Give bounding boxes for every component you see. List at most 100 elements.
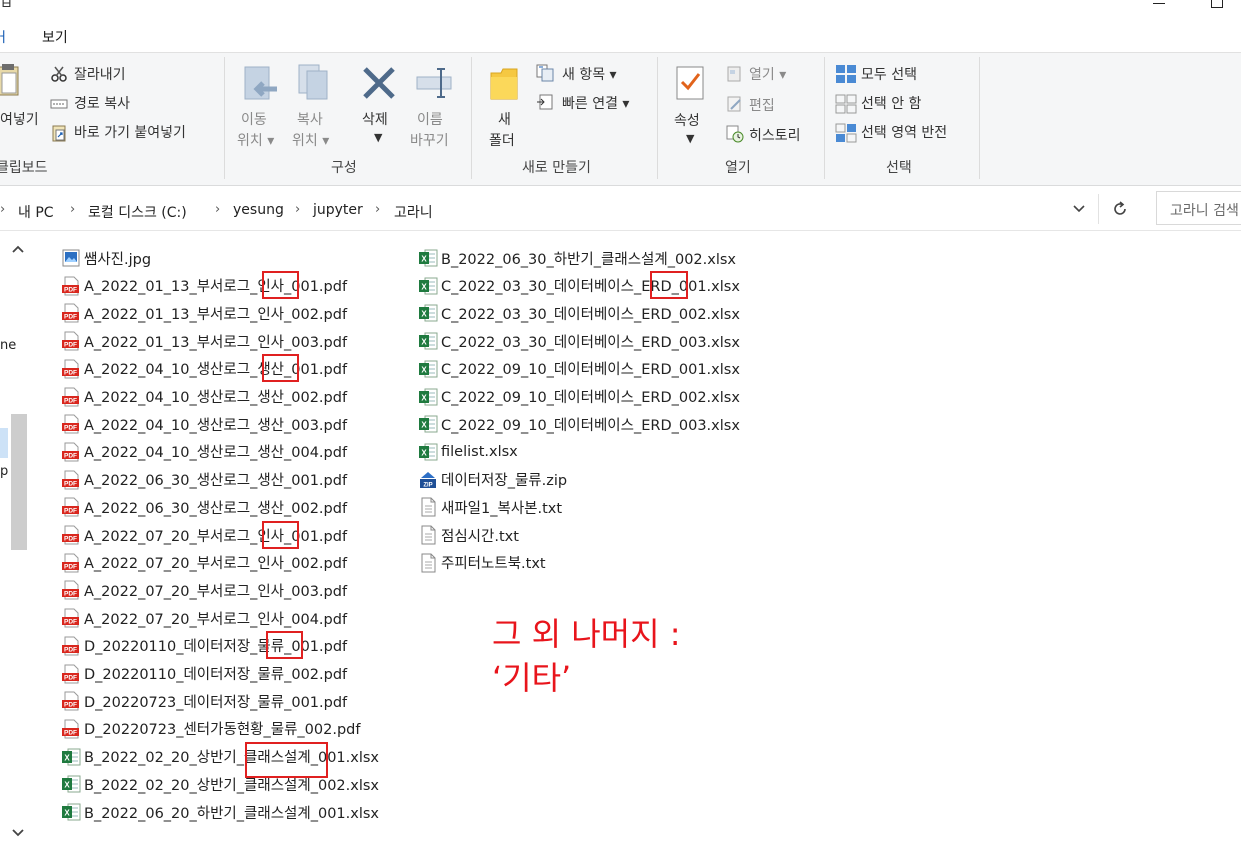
file-list: 쌤사진.jpg PDF A_2022_01_13_부서로그_인사_001.pdf PD… (0, 0, 1241, 862)
pdf-file-icon: PDF (62, 497, 79, 517)
file-name: C_2022_03_30_데이터베이스_ERD_003.xlsx (441, 334, 740, 351)
file-item[interactable]: PDF D_20220110_데이터저장_물류_002.pdf (61, 663, 347, 685)
file-name: D_20220110_데이터저장_물류_002.pdf (84, 667, 348, 683)
svg-text:PDF: PDF (64, 452, 77, 459)
file-name: D_20220110_데이터저장_물류_001.pdf (84, 639, 348, 656)
excel-file-icon: X (62, 803, 81, 821)
file-name: C_2022_03_30_데이터베이스_ERD_001.xlsx (441, 279, 740, 296)
file-name: A_2022_04_10_생산로그_생산_004.pdf (84, 445, 348, 462)
svg-text:X: X (421, 448, 427, 457)
pdf-file-icon: PDF (62, 276, 79, 296)
image-file-icon (62, 249, 80, 267)
excel-file-icon: X (419, 304, 438, 322)
file-item[interactable]: X C_2022_09_10_데이터베이스_ERD_001.xlsx (418, 358, 740, 380)
pdf-file-icon: PDF (62, 608, 79, 628)
file-name: B_2022_02_20_상반기_클래스설계_002.xlsx (84, 777, 379, 794)
text-file-icon (421, 525, 436, 545)
annotation-text: 그 외 나머지 : ‘기타’ (492, 612, 681, 700)
file-name: A_2022_07_20_부서로그_인사_003.pdf (84, 583, 348, 600)
file-item[interactable]: X C_2022_03_30_데이터베이스_ERD_001.xlsx (418, 275, 740, 297)
excel-file-icon: X (419, 332, 438, 350)
file-item[interactable]: X B_2022_02_20_상반기_클래스설계_002.xlsx (61, 773, 379, 795)
svg-text:PDF: PDF (64, 314, 77, 321)
highlight-box (650, 271, 688, 299)
file-name: B_2022_02_20_상반기_클래스설계_001.xlsx (84, 750, 379, 767)
file-name: A_2022_06_30_생산로그_생산_002.pdf (84, 500, 348, 517)
annotation-line2: ‘기타’ (492, 659, 572, 697)
svg-text:X: X (421, 393, 427, 402)
file-item[interactable]: PDF A_2022_04_10_생산로그_생산_001.pdf (61, 358, 347, 380)
file-name: 새파일1_복사본.txt (441, 500, 563, 517)
file-item[interactable]: X C_2022_09_10_데이터베이스_ERD_002.xlsx (418, 386, 740, 408)
file-item[interactable]: PDF A_2022_04_10_생산로그_생산_002.pdf (61, 386, 347, 408)
svg-text:X: X (421, 310, 427, 319)
svg-text:PDF: PDF (64, 674, 77, 681)
file-name: A_2022_07_20_부서로그_인사_004.pdf (84, 611, 348, 628)
svg-text:PDF: PDF (64, 536, 77, 543)
annotation-line1: 그 외 나머지 : (492, 615, 681, 653)
svg-text:PDF: PDF (64, 425, 77, 432)
file-item[interactable]: X B_2022_06_20_하반기_클래스설계_001.xlsx (61, 801, 379, 823)
highlight-box (262, 354, 299, 382)
excel-file-icon: X (419, 388, 438, 405)
file-name: A_2022_04_10_생산로그_생산_001.pdf (84, 362, 348, 379)
file-name: D_20220723_데이터저장_물류_001.pdf (84, 694, 348, 711)
file-item[interactable]: X B_2022_02_20_상반기_클래스설계_001.xlsx (61, 746, 379, 768)
excel-file-icon: X (62, 748, 81, 766)
file-item[interactable]: PDF A_2022_04_10_생산로그_생산_003.pdf (61, 413, 347, 435)
file-item[interactable]: PDF D_20220110_데이터저장_물류_001.pdf (61, 635, 347, 657)
svg-text:X: X (421, 421, 427, 430)
pdf-file-icon: PDF (62, 414, 79, 434)
file-name: A_2022_04_10_생산로그_생산_002.pdf (84, 390, 348, 406)
file-item[interactable]: 점심시간.txt (418, 524, 519, 546)
file-item[interactable]: 주피터노트북.txt (418, 552, 546, 574)
file-item[interactable]: X C_2022_03_30_데이터베이스_ERD_002.xlsx (418, 302, 740, 324)
pdf-file-icon: PDF (62, 525, 79, 545)
pdf-file-icon: PDF (62, 470, 79, 490)
svg-text:PDF: PDF (64, 397, 77, 404)
svg-text:X: X (64, 781, 70, 790)
pdf-file-icon: PDF (62, 580, 79, 600)
file-name: 데이터저장_물류.zip (441, 473, 568, 490)
svg-text:PDF: PDF (64, 508, 77, 515)
file-item[interactable]: PDF A_2022_04_10_생산로그_생산_004.pdf (61, 441, 347, 463)
file-item[interactable]: PDF A_2022_07_20_부서로그_인사_003.pdf (61, 579, 347, 601)
file-item[interactable]: X C_2022_09_10_데이터베이스_ERD_003.xlsx (418, 413, 740, 435)
pdf-file-icon: PDF (62, 691, 79, 711)
file-item[interactable]: PDF D_20220723_센터가동현황_물류_002.pdf (61, 718, 361, 740)
file-item[interactable]: PDF A_2022_01_13_부서로그_인사_001.pdf (61, 275, 347, 297)
file-item[interactable]: 새파일1_복사본.txt (418, 496, 562, 518)
file-item[interactable]: ZIP 데이터저장_물류.zip (418, 469, 567, 491)
file-name: A_2022_01_13_부서로그_인사_001.pdf (84, 279, 348, 296)
file-item[interactable]: PDF A_2022_07_20_부서로그_인사_004.pdf (61, 607, 347, 629)
svg-text:PDF: PDF (64, 702, 77, 709)
highlight-box (266, 631, 303, 659)
file-item[interactable]: X B_2022_06_30_하반기_클래스설계_002.xlsx (418, 247, 736, 269)
pdf-file-icon: PDF (62, 442, 79, 462)
file-name: A_2022_04_10_생산로그_생산_003.pdf (84, 417, 348, 434)
file-item[interactable]: PDF A_2022_06_30_생산로그_생산_001.pdf (61, 469, 347, 491)
file-item[interactable]: PDF A_2022_06_30_생산로그_생산_002.pdf (61, 496, 347, 518)
file-name: 쌤사진.jpg (84, 251, 152, 268)
file-item[interactable]: PDF A_2022_07_20_부서로그_인사_001.pdf (61, 524, 347, 546)
file-item[interactable]: PDF D_20220723_데이터저장_물류_001.pdf (61, 690, 347, 712)
svg-text:PDF: PDF (64, 563, 77, 570)
file-name: B_2022_06_30_하반기_클래스설계_002.xlsx (441, 251, 736, 268)
file-item[interactable]: Xfilelist.xlsx (418, 441, 518, 463)
file-name: C_2022_09_10_데이터베이스_ERD_001.xlsx (441, 362, 740, 379)
file-name: 주피터노트북.txt (441, 556, 546, 573)
pdf-file-icon: PDF (62, 636, 79, 656)
file-item[interactable]: PDF A_2022_01_13_부서로그_인사_003.pdf (61, 330, 347, 352)
file-item[interactable]: X C_2022_03_30_데이터베이스_ERD_003.xlsx (418, 330, 740, 352)
file-item[interactable]: PDF A_2022_01_13_부서로그_인사_002.pdf (61, 302, 347, 324)
file-name: filelist.xlsx (441, 443, 518, 460)
svg-text:X: X (64, 809, 70, 818)
svg-text:PDF: PDF (64, 646, 77, 653)
svg-text:PDF: PDF (64, 369, 77, 376)
pdf-file-icon: PDF (62, 719, 79, 739)
file-item[interactable]: PDF A_2022_07_20_부서로그_인사_002.pdf (61, 552, 347, 574)
file-name: C_2022_09_10_데이터베이스_ERD_003.xlsx (441, 417, 740, 434)
svg-text:PDF: PDF (64, 591, 77, 598)
file-item[interactable]: 쌤사진.jpg (61, 247, 151, 269)
zip-file-icon: ZIP (420, 471, 436, 488)
